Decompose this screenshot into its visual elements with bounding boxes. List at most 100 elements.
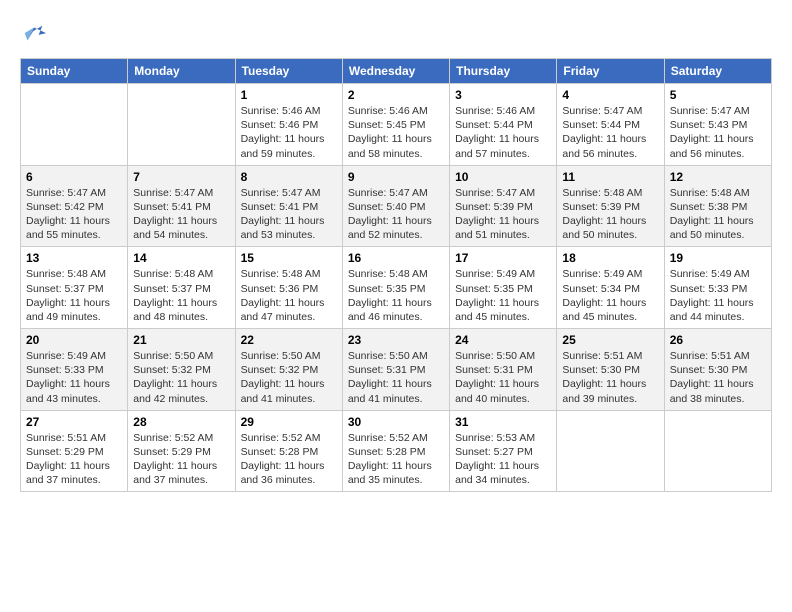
day-number: 19	[670, 251, 766, 265]
day-info: Sunrise: 5:51 AM Sunset: 5:29 PM Dayligh…	[26, 431, 122, 488]
col-header-tuesday: Tuesday	[235, 59, 342, 84]
calendar-week-2: 6Sunrise: 5:47 AM Sunset: 5:42 PM Daylig…	[21, 165, 772, 247]
day-number: 15	[241, 251, 337, 265]
calendar-cell	[128, 84, 235, 166]
logo-icon	[20, 20, 48, 48]
col-header-thursday: Thursday	[450, 59, 557, 84]
day-number: 5	[670, 88, 766, 102]
day-info: Sunrise: 5:48 AM Sunset: 5:36 PM Dayligh…	[241, 267, 337, 324]
day-info: Sunrise: 5:48 AM Sunset: 5:39 PM Dayligh…	[562, 186, 658, 243]
day-info: Sunrise: 5:49 AM Sunset: 5:35 PM Dayligh…	[455, 267, 551, 324]
calendar-cell	[21, 84, 128, 166]
day-number: 27	[26, 415, 122, 429]
day-info: Sunrise: 5:50 AM Sunset: 5:32 PM Dayligh…	[241, 349, 337, 406]
calendar-cell: 2 Sunrise: 5:46 AM Sunset: 5:45 PM Daylig…	[342, 84, 449, 166]
calendar-week-3: 13 Sunrise: 5:48 AM Sunset: 5:37 PM Dayli…	[21, 247, 772, 329]
day-info: Sunrise: 5:47 AM Sunset: 5:39 PM Dayligh…	[455, 186, 551, 243]
day-number: 4	[562, 88, 658, 102]
calendar-cell	[557, 410, 664, 492]
day-info: Sunrise: 5:50 AM Sunset: 5:31 PM Dayligh…	[455, 349, 551, 406]
calendar-cell: 27 Sunrise: 5:51 AM Sunset: 5:29 PM Dayli…	[21, 410, 128, 492]
day-info: Sunrise: 5:48 AM Sunset: 5:38 PM Dayligh…	[670, 186, 766, 243]
col-header-wednesday: Wednesday	[342, 59, 449, 84]
day-info: Sunrise: 5:50 AM Sunset: 5:32 PM Dayligh…	[133, 349, 229, 406]
calendar-cell: 13 Sunrise: 5:48 AM Sunset: 5:37 PM Dayli…	[21, 247, 128, 329]
day-info: Sunrise: 5:51 AM Sunset: 5:30 PM Dayligh…	[670, 349, 766, 406]
day-number: 22	[241, 333, 337, 347]
col-header-friday: Friday	[557, 59, 664, 84]
day-number: 3	[455, 88, 551, 102]
calendar-cell: 26 Sunrise: 5:51 AM Sunset: 5:30 PM Dayli…	[664, 329, 771, 411]
day-number: 8	[241, 170, 337, 184]
calendar-cell: 20 Sunrise: 5:49 AM Sunset: 5:33 PM Dayli…	[21, 329, 128, 411]
calendar-cell: 16Sunrise: 5:48 AM Sunset: 5:35 PM Dayli…	[342, 247, 449, 329]
day-info: Sunrise: 5:48 AM Sunset: 5:37 PM Dayligh…	[26, 267, 122, 324]
page-header	[20, 20, 772, 48]
calendar-cell: 1 Sunrise: 5:46 AM Sunset: 5:46 PM Daylig…	[235, 84, 342, 166]
calendar-header: SundayMondayTuesdayWednesdayThursdayFrid…	[21, 59, 772, 84]
calendar-cell: 14 Sunrise: 5:48 AM Sunset: 5:37 PM Dayli…	[128, 247, 235, 329]
calendar-cell: 23Sunrise: 5:50 AM Sunset: 5:31 PM Dayli…	[342, 329, 449, 411]
calendar-header-row: SundayMondayTuesdayWednesdayThursdayFrid…	[21, 59, 772, 84]
calendar-cell: 21 Sunrise: 5:50 AM Sunset: 5:32 PM Dayli…	[128, 329, 235, 411]
calendar-cell: 25Sunrise: 5:51 AM Sunset: 5:30 PM Dayli…	[557, 329, 664, 411]
day-info: Sunrise: 5:49 AM Sunset: 5:33 PM Dayligh…	[670, 267, 766, 324]
day-number: 13	[26, 251, 122, 265]
day-number: 1	[241, 88, 337, 102]
day-number: 24	[455, 333, 551, 347]
day-number: 12	[670, 170, 766, 184]
calendar-cell: 3 Sunrise: 5:46 AM Sunset: 5:44 PM Daylig…	[450, 84, 557, 166]
day-number: 21	[133, 333, 229, 347]
day-info: Sunrise: 5:52 AM Sunset: 5:28 PM Dayligh…	[241, 431, 337, 488]
day-info: Sunrise: 5:48 AM Sunset: 5:37 PM Dayligh…	[133, 267, 229, 324]
day-number: 31	[455, 415, 551, 429]
day-number: 20	[26, 333, 122, 347]
calendar-cell: 4Sunrise: 5:47 AM Sunset: 5:44 PM Daylig…	[557, 84, 664, 166]
day-info: Sunrise: 5:47 AM Sunset: 5:40 PM Dayligh…	[348, 186, 444, 243]
day-number: 2	[348, 88, 444, 102]
calendar-cell: 24 Sunrise: 5:50 AM Sunset: 5:31 PM Dayli…	[450, 329, 557, 411]
day-info: Sunrise: 5:52 AM Sunset: 5:28 PM Dayligh…	[348, 431, 444, 488]
calendar-cell: 5 Sunrise: 5:47 AM Sunset: 5:43 PM Daylig…	[664, 84, 771, 166]
day-info: Sunrise: 5:49 AM Sunset: 5:33 PM Dayligh…	[26, 349, 122, 406]
calendar-cell: 9Sunrise: 5:47 AM Sunset: 5:40 PM Daylig…	[342, 165, 449, 247]
day-info: Sunrise: 5:47 AM Sunset: 5:42 PM Dayligh…	[26, 186, 122, 243]
day-info: Sunrise: 5:46 AM Sunset: 5:45 PM Dayligh…	[348, 104, 444, 161]
day-info: Sunrise: 5:53 AM Sunset: 5:27 PM Dayligh…	[455, 431, 551, 488]
day-number: 28	[133, 415, 229, 429]
col-header-saturday: Saturday	[664, 59, 771, 84]
logo	[20, 20, 52, 48]
day-info: Sunrise: 5:47 AM Sunset: 5:41 PM Dayligh…	[133, 186, 229, 243]
day-info: Sunrise: 5:47 AM Sunset: 5:43 PM Dayligh…	[670, 104, 766, 161]
calendar-week-1: 1 Sunrise: 5:46 AM Sunset: 5:46 PM Daylig…	[21, 84, 772, 166]
calendar-week-4: 20 Sunrise: 5:49 AM Sunset: 5:33 PM Dayli…	[21, 329, 772, 411]
day-info: Sunrise: 5:46 AM Sunset: 5:46 PM Dayligh…	[241, 104, 337, 161]
calendar-table: SundayMondayTuesdayWednesdayThursdayFrid…	[20, 58, 772, 492]
calendar-cell: 6Sunrise: 5:47 AM Sunset: 5:42 PM Daylig…	[21, 165, 128, 247]
calendar-cell: 15 Sunrise: 5:48 AM Sunset: 5:36 PM Dayli…	[235, 247, 342, 329]
calendar-cell: 30 Sunrise: 5:52 AM Sunset: 5:28 PM Dayli…	[342, 410, 449, 492]
day-info: Sunrise: 5:47 AM Sunset: 5:41 PM Dayligh…	[241, 186, 337, 243]
day-number: 10	[455, 170, 551, 184]
calendar-cell: 8 Sunrise: 5:47 AM Sunset: 5:41 PM Daylig…	[235, 165, 342, 247]
day-info: Sunrise: 5:49 AM Sunset: 5:34 PM Dayligh…	[562, 267, 658, 324]
calendar-cell: 7 Sunrise: 5:47 AM Sunset: 5:41 PM Daylig…	[128, 165, 235, 247]
calendar-week-5: 27 Sunrise: 5:51 AM Sunset: 5:29 PM Dayli…	[21, 410, 772, 492]
day-number: 26	[670, 333, 766, 347]
day-number: 7	[133, 170, 229, 184]
day-number: 25	[562, 333, 658, 347]
day-number: 30	[348, 415, 444, 429]
day-number: 18	[562, 251, 658, 265]
calendar-cell: 17Sunrise: 5:49 AM Sunset: 5:35 PM Dayli…	[450, 247, 557, 329]
day-number: 14	[133, 251, 229, 265]
calendar-cell: 19 Sunrise: 5:49 AM Sunset: 5:33 PM Dayli…	[664, 247, 771, 329]
day-info: Sunrise: 5:48 AM Sunset: 5:35 PM Dayligh…	[348, 267, 444, 324]
day-info: Sunrise: 5:52 AM Sunset: 5:29 PM Dayligh…	[133, 431, 229, 488]
day-info: Sunrise: 5:50 AM Sunset: 5:31 PM Dayligh…	[348, 349, 444, 406]
calendar-cell: 31 Sunrise: 5:53 AM Sunset: 5:27 PM Dayli…	[450, 410, 557, 492]
calendar-cell: 12 Sunrise: 5:48 AM Sunset: 5:38 PM Dayli…	[664, 165, 771, 247]
calendar-cell: 11Sunrise: 5:48 AM Sunset: 5:39 PM Dayli…	[557, 165, 664, 247]
day-info: Sunrise: 5:46 AM Sunset: 5:44 PM Dayligh…	[455, 104, 551, 161]
calendar-cell: 22 Sunrise: 5:50 AM Sunset: 5:32 PM Dayli…	[235, 329, 342, 411]
calendar-cell: 28 Sunrise: 5:52 AM Sunset: 5:29 PM Dayli…	[128, 410, 235, 492]
